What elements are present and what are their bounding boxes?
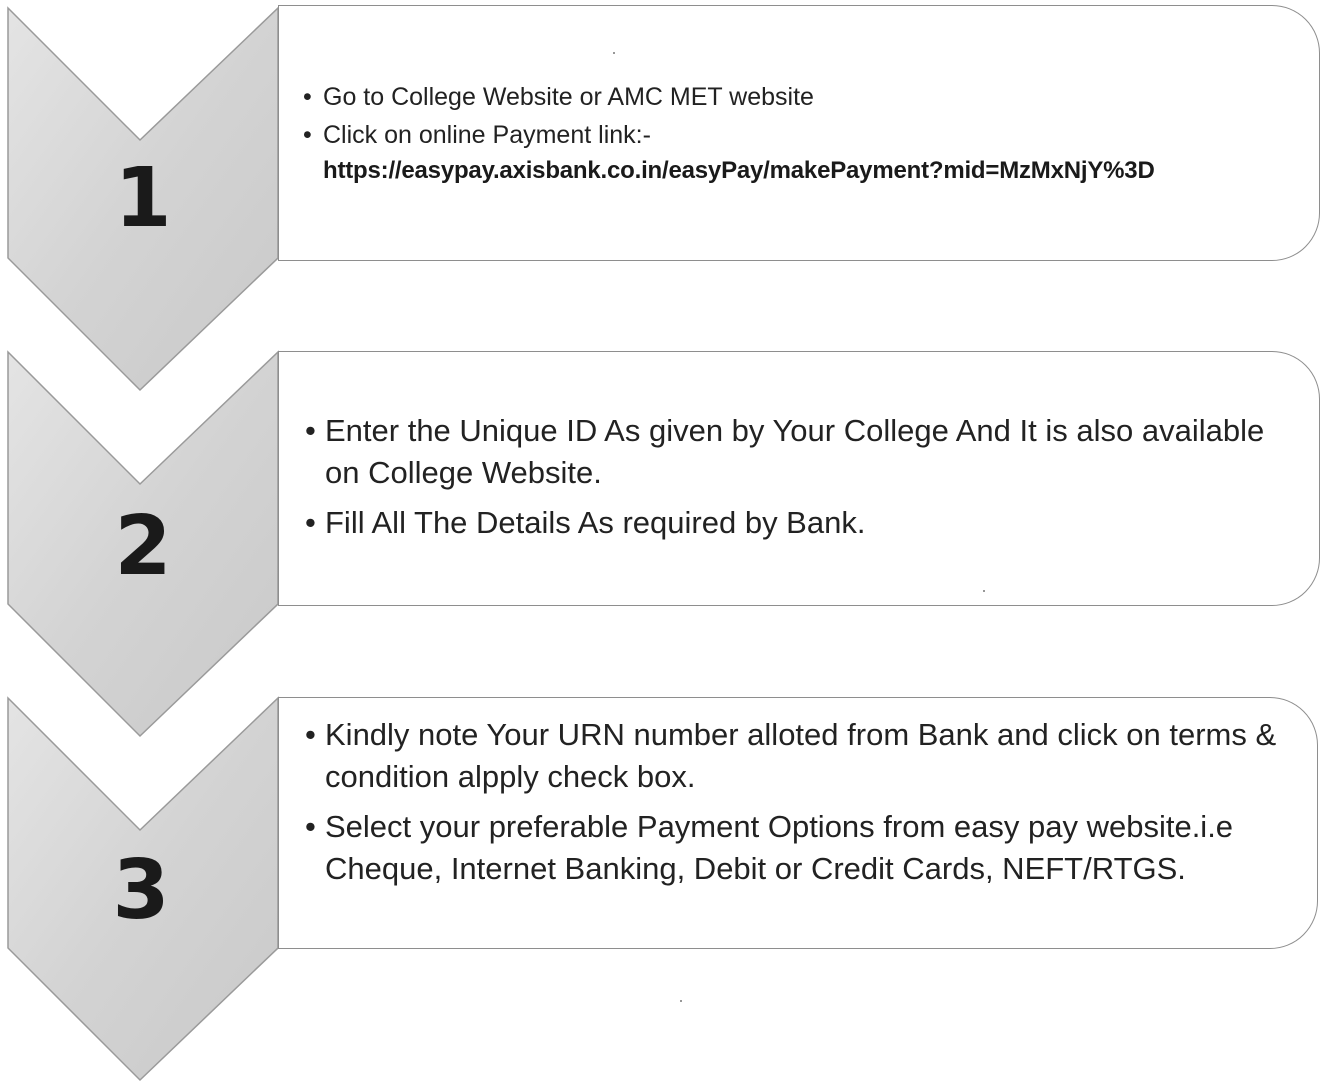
step-2-box: Enter the Unique ID As given by Your Col… xyxy=(278,351,1320,606)
payment-link[interactable]: https://easypay.axisbank.co.in/easyPay/m… xyxy=(323,154,1299,188)
scan-speck xyxy=(983,590,985,592)
step-1-number: 1 xyxy=(114,151,171,246)
step-2-bullet-2: Fill All The Details As required by Bank… xyxy=(303,502,1279,544)
step-3-bullet-1: Kindly note Your URN number alloted from… xyxy=(303,714,1297,798)
step-1-box: Go to College Website or AMC MET website… xyxy=(278,5,1320,261)
step-1-bullets: Go to College Website or AMC MET website… xyxy=(301,78,1299,188)
step-3-bullets: Kindly note Your URN number alloted from… xyxy=(303,714,1297,890)
step-2-number: 2 xyxy=(114,499,171,594)
step-2-bullet-1: Enter the Unique ID As given by Your Col… xyxy=(303,410,1279,494)
scan-speck xyxy=(680,1000,682,1002)
step-1-bullet-1: Go to College Website or AMC MET website xyxy=(301,78,1299,116)
step-1-bullet-2: Click on online Payment link:- https://e… xyxy=(301,116,1299,188)
step-3-bullet-2: Select your preferable Payment Options f… xyxy=(303,806,1297,890)
step-2-bullets: Enter the Unique ID As given by Your Col… xyxy=(303,410,1279,544)
step-3-box: Kindly note Your URN number alloted from… xyxy=(278,697,1318,949)
scan-speck xyxy=(613,52,615,54)
step-3-number: 3 xyxy=(112,843,169,938)
